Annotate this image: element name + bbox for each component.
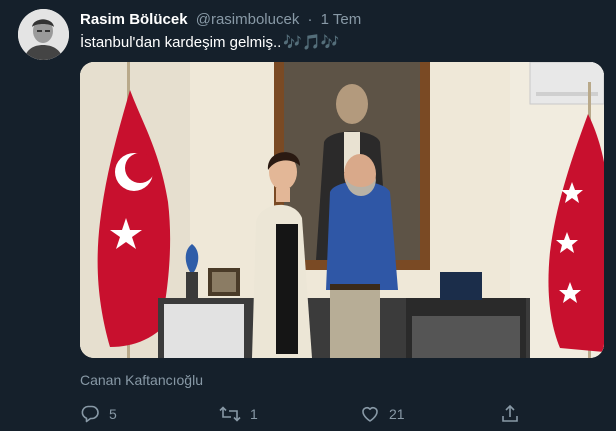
timestamp[interactable]: 1 Tem bbox=[321, 11, 362, 28]
tweet-actions: 5 1 21 bbox=[80, 403, 610, 425]
reply-count: 5 bbox=[109, 406, 117, 422]
reply-button[interactable]: 5 bbox=[80, 403, 117, 425]
tweet-header: Rasim Bölücek @rasimbolucek · 1 Tem bbox=[80, 11, 361, 28]
photo-tag[interactable]: Canan Kaftancıoğlu bbox=[80, 372, 203, 388]
like-icon bbox=[360, 404, 380, 424]
reply-icon bbox=[80, 404, 100, 424]
tweet-text: İstanbul'dan kardeşim gelmiş.. 🎶🎵🎶 bbox=[80, 33, 339, 51]
like-button[interactable]: 21 bbox=[360, 403, 405, 425]
tweet-photo[interactable] bbox=[80, 62, 604, 358]
tweet-body: İstanbul'dan kardeşim gelmiş.. bbox=[80, 34, 282, 51]
retweet-icon bbox=[219, 404, 241, 424]
tweet[interactable]: Rasim Bölücek @rasimbolucek · 1 Tem İsta… bbox=[0, 0, 616, 431]
handle[interactable]: @rasimbolucek bbox=[196, 11, 300, 28]
share-button[interactable] bbox=[500, 403, 520, 425]
music-notes-emoji: 🎶🎵🎶 bbox=[283, 34, 340, 51]
retweet-button[interactable]: 1 bbox=[219, 403, 258, 425]
display-name[interactable]: Rasim Bölücek bbox=[80, 11, 188, 28]
retweet-count: 1 bbox=[250, 406, 258, 422]
separator-dot: · bbox=[307, 11, 313, 28]
share-icon bbox=[500, 404, 520, 424]
avatar[interactable] bbox=[18, 9, 69, 60]
like-count: 21 bbox=[389, 406, 405, 422]
